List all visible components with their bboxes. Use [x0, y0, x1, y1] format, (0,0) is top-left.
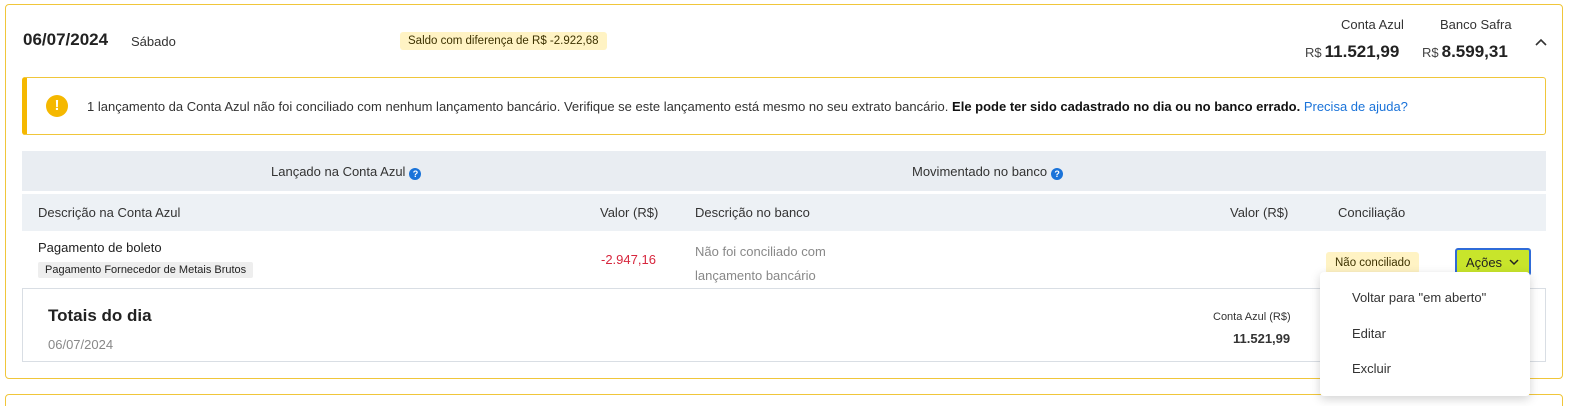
totals-value: 11.521,99: [1233, 331, 1291, 346]
col-valor-banco: Valor (R$): [1230, 205, 1289, 220]
day-weekday: Sábado: [131, 34, 176, 49]
balance-label-conta-azul: Conta Azul: [1341, 17, 1404, 32]
balance-value-banco-safra: R$ 8.599,31: [1422, 42, 1508, 61]
totals-date: 06/07/2024: [48, 337, 114, 352]
balance-difference-badge: Saldo com diferença de R$ -2.922,68: [400, 32, 607, 50]
entry-tag: Pagamento Fornecedor de Metais Brutos: [38, 262, 254, 278]
column-header: Descrição na Conta Azul Valor (R$) Descr…: [22, 194, 1546, 231]
menu-item-reopen[interactable]: Voltar para "em aberto": [1352, 290, 1486, 305]
help-icon[interactable]: ?: [409, 168, 422, 180]
help-link[interactable]: Precisa de ajuda?: [1304, 99, 1408, 114]
group-title-conta-azul: Lançado na Conta Azul?: [271, 164, 422, 180]
col-conciliacao: Conciliação: [1338, 205, 1406, 220]
col-desc-banco: Descrição no banco: [695, 205, 810, 220]
balance-label-banco-safra: Banco Safra: [1440, 17, 1512, 32]
entry-value: -2.947,16: [601, 252, 656, 267]
totals-label: Conta Azul (R$): [1213, 311, 1291, 323]
alert-message: 1 lançamento da Conta Azul não foi conci…: [87, 99, 1408, 114]
day-date: 06/07/2024: [23, 30, 109, 49]
chevron-up-icon[interactable]: [1533, 35, 1549, 51]
menu-item-delete[interactable]: Excluir: [1352, 361, 1391, 376]
status-badge: Não conciliado: [1326, 252, 1420, 274]
warning-icon: !: [46, 95, 68, 117]
totals-title: Totais do dia: [48, 306, 152, 325]
menu-item-edit[interactable]: Editar: [1352, 326, 1386, 341]
chevron-down-icon: [1509, 259, 1519, 266]
unreconciled-alert: ! 1 lançamento da Conta Azul não foi con…: [22, 77, 1546, 135]
help-icon[interactable]: ?: [1051, 168, 1064, 180]
balance-value-conta-azul: R$ 11.521,99: [1305, 42, 1400, 61]
actions-dropdown: Voltar para "em aberto" Editar Excluir: [1320, 272, 1530, 396]
entry-description: Pagamento de boleto: [38, 240, 162, 255]
col-valor-conta-azul: Valor (R$): [600, 205, 659, 220]
col-desc-conta-azul: Descrição na Conta Azul: [38, 205, 181, 220]
group-title-banco: Movimentado no banco?: [912, 164, 1064, 180]
group-header: Lançado na Conta Azul? Movimentado no ba…: [22, 151, 1546, 191]
day-totals: Totais do dia 06/07/2024 Conta Azul (R$)…: [22, 288, 1546, 362]
bank-description: Não foi conciliado com lançamento bancár…: [695, 244, 826, 283]
